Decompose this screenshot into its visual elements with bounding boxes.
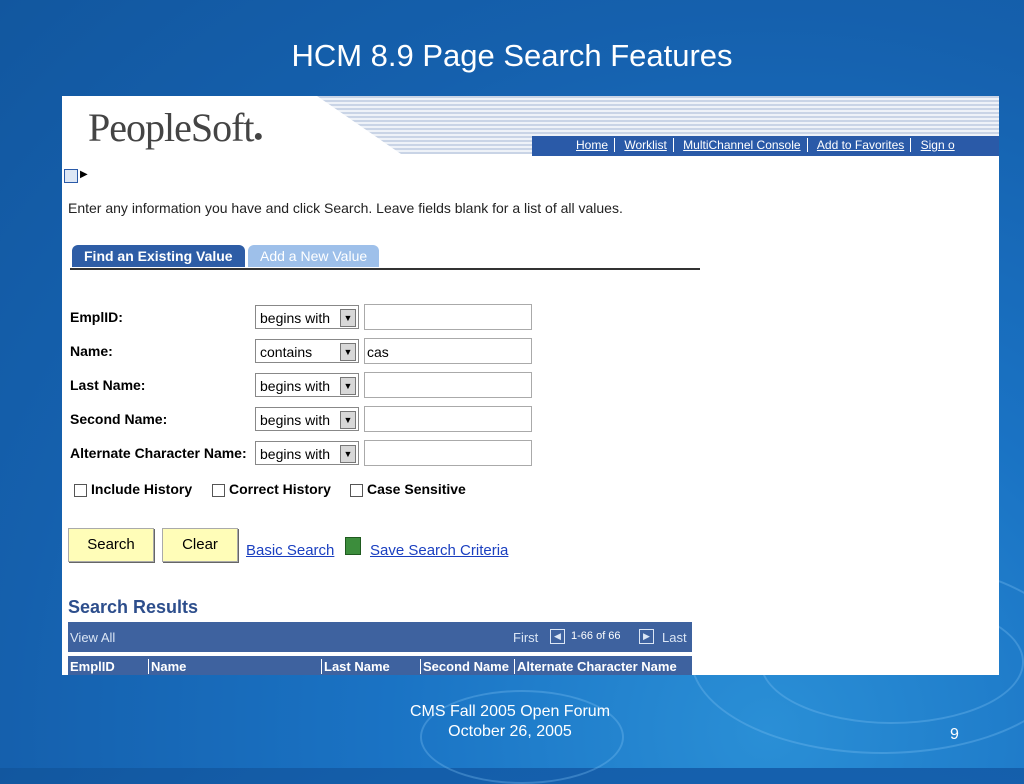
- last-link[interactable]: Last: [662, 630, 687, 645]
- tab-divider: [70, 268, 700, 270]
- second-name-operator-select[interactable]: begins with ▼: [255, 407, 359, 431]
- slide-title: HCM 8.9 Page Search Features: [291, 38, 733, 73]
- name-label: Name:: [70, 343, 113, 359]
- footer-date: October 26, 2005: [448, 723, 572, 740]
- footer-event: CMS Fall 2005 Open Forum: [409, 703, 611, 720]
- alternate-character-name-label: Alternate Character Name:: [70, 445, 247, 461]
- last-name-label: Last Name:: [70, 377, 146, 393]
- previous-page-icon[interactable]: ◀: [550, 629, 565, 644]
- peoplesoft-screenshot: PeopleSoft● Home Worklist MultiChannel C…: [62, 96, 999, 675]
- checkbox-icon[interactable]: [212, 483, 225, 497]
- correct-history-checkbox[interactable]: Correct History: [212, 481, 331, 497]
- results-column-headers: EmplID Name Last Name Second Name Altern…: [68, 656, 692, 675]
- next-page-icon[interactable]: ▶: [639, 629, 654, 644]
- chevron-down-icon[interactable]: ▼: [340, 309, 356, 327]
- basic-search-link[interactable]: Basic Search: [246, 542, 334, 559]
- include-history-checkbox[interactable]: Include History: [74, 481, 192, 497]
- search-button[interactable]: Search: [68, 528, 154, 562]
- case-sensitive-checkbox[interactable]: Case Sensitive: [350, 481, 466, 497]
- column-header[interactable]: Alternate Character Name: [514, 659, 677, 674]
- search-results-title: Search Results: [68, 597, 199, 617]
- second-name-input[interactable]: [364, 406, 532, 432]
- alternate-character-name-input[interactable]: [364, 440, 532, 466]
- chevron-down-icon[interactable]: ▼: [340, 343, 356, 361]
- nav-add-to-favorites-link[interactable]: Add to Favorites: [810, 138, 912, 152]
- name-input[interactable]: cas: [364, 338, 532, 364]
- slide-page-number: 9: [950, 726, 959, 743]
- clear-button[interactable]: Clear: [162, 528, 238, 562]
- name-operator-select[interactable]: contains ▼: [255, 339, 359, 363]
- slide-footer: CMS Fall 2005 Open Forum October 26, 200…: [360, 702, 660, 742]
- chevron-down-icon[interactable]: ▼: [340, 411, 356, 429]
- alternate-character-name-operator-select[interactable]: begins with ▼: [255, 441, 359, 465]
- last-name-input[interactable]: [364, 372, 532, 398]
- emplid-input[interactable]: [364, 304, 532, 330]
- column-header[interactable]: Second Name: [420, 659, 509, 674]
- emplid-operator-select[interactable]: begins with ▼: [255, 305, 359, 329]
- nav-worklist-link[interactable]: Worklist: [618, 138, 674, 152]
- tab-find-existing-value[interactable]: Find an Existing Value: [72, 245, 245, 267]
- first-link[interactable]: First: [513, 630, 538, 645]
- save-icon[interactable]: [345, 537, 361, 555]
- chevron-down-icon[interactable]: ▼: [340, 445, 356, 463]
- view-all-link[interactable]: View All: [70, 630, 115, 645]
- emplid-label: EmplID:: [70, 309, 123, 325]
- last-name-operator-select[interactable]: begins with ▼: [255, 373, 359, 397]
- expand-arrow-icon[interactable]: ▶: [80, 169, 88, 180]
- results-grid-header: View All First ◀ 1-66 of 66 ▶ Last: [68, 622, 692, 652]
- checkbox-icon[interactable]: [74, 483, 87, 497]
- results-range: 1-66 of 66: [571, 630, 621, 642]
- tab-add-new-value[interactable]: Add a New Value: [248, 245, 380, 267]
- column-header[interactable]: Last Name: [321, 659, 390, 674]
- nav-links: Home Worklist MultiChannel Console Add t…: [570, 138, 961, 152]
- checkbox-icon[interactable]: [350, 483, 363, 497]
- menu-icon[interactable]: [64, 169, 78, 183]
- column-header[interactable]: EmplID: [68, 659, 115, 674]
- nav-sign-out-link[interactable]: Sign o: [915, 138, 961, 152]
- chevron-down-icon[interactable]: ▼: [340, 377, 356, 395]
- save-search-criteria-link[interactable]: Save Search Criteria: [370, 542, 508, 559]
- second-name-label: Second Name:: [70, 411, 168, 427]
- column-header[interactable]: Name: [148, 659, 186, 674]
- nav-home-link[interactable]: Home: [570, 138, 616, 152]
- instructions-text: Enter any information you have and click…: [68, 200, 623, 216]
- nav-multichannel-console-link[interactable]: MultiChannel Console: [677, 138, 808, 152]
- peoplesoft-logo: PeopleSoft●: [88, 105, 263, 150]
